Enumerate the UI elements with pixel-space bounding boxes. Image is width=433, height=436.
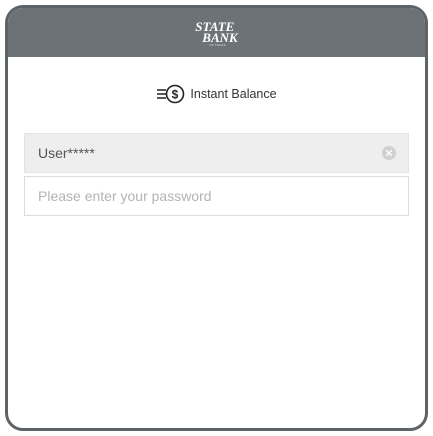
clear-circle-icon[interactable]	[382, 146, 396, 160]
app-frame: STATE BANK OF TEXAS $ Instant Balance Us…	[5, 5, 428, 431]
instant-balance-label: Instant Balance	[190, 87, 277, 101]
password-input[interactable]	[38, 188, 395, 204]
password-field[interactable]	[24, 176, 409, 216]
logo-line-2: BANK	[202, 29, 238, 45]
username-value: User*****	[38, 145, 95, 161]
login-content: $ Instant Balance User*****	[8, 82, 425, 216]
instant-balance-link[interactable]: $ Instant Balance	[24, 82, 409, 106]
bank-logo: STATE BANK OF TEXAS	[195, 20, 238, 47]
username-field[interactable]: User*****	[24, 133, 409, 173]
app-header: STATE BANK OF TEXAS	[8, 8, 425, 57]
svg-text:$: $	[172, 88, 179, 102]
dollar-coin-speed-icon: $	[156, 83, 186, 105]
